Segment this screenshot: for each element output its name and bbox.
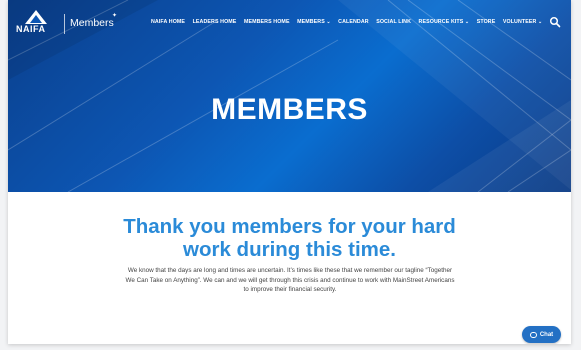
hero-banner: NAIFA Members ✦ NAIFA HOME LEADERS HOME … xyxy=(8,0,571,192)
hero-title: MEMBERS xyxy=(211,93,368,126)
search-icon[interactable] xyxy=(549,16,561,28)
nav-calendar[interactable]: CALENDAR xyxy=(338,19,369,25)
nav-leaders-home[interactable]: LEADERS HOME xyxy=(193,19,237,25)
nav-volunteer[interactable]: VOLUNTEER ⌄ xyxy=(503,19,542,25)
nav-naifa-home[interactable]: NAIFA HOME xyxy=(151,19,185,25)
chevron-down-icon: ⌄ xyxy=(537,19,543,25)
chat-label: Chat xyxy=(539,331,554,338)
main-nav: NAIFA HOME LEADERS HOME MEMBERS HOME MEM… xyxy=(151,19,550,25)
nav-store[interactable]: STORE xyxy=(477,19,496,25)
brand-title[interactable]: Members xyxy=(70,17,114,29)
nav-members-home[interactable]: MEMBERS HOME xyxy=(244,19,290,25)
nav-members[interactable]: MEMBERS ⌄ xyxy=(297,19,331,25)
logo-divider xyxy=(64,14,65,34)
nav-resource-kits[interactable]: RESOURCE KITS ⌄ xyxy=(419,19,470,25)
chat-button[interactable]: Chat xyxy=(522,326,561,343)
nav-social-link[interactable]: SOCIAL LINK xyxy=(376,19,411,25)
chevron-down-icon: ⌄ xyxy=(464,19,470,25)
top-navigation: NAIFA Members ✦ NAIFA HOME LEADERS HOME … xyxy=(8,0,571,44)
content-heading: Thank you members for your hard work dur… xyxy=(8,215,571,261)
content-heading-line-1: Thank you members for your hard xyxy=(123,215,456,238)
chevron-down-icon: ⌄ xyxy=(326,19,331,25)
chat-bubble-icon xyxy=(529,331,537,338)
content-paragraph: We know that the days are long and times… xyxy=(125,267,455,293)
content-heading-line-2: work during this time. xyxy=(183,238,396,261)
page-frame: NAIFA Members ✦ NAIFA HOME LEADERS HOME … xyxy=(8,0,571,344)
logo-text[interactable]: NAIFA xyxy=(16,24,46,34)
sparkle-icon: ✦ xyxy=(112,13,118,19)
